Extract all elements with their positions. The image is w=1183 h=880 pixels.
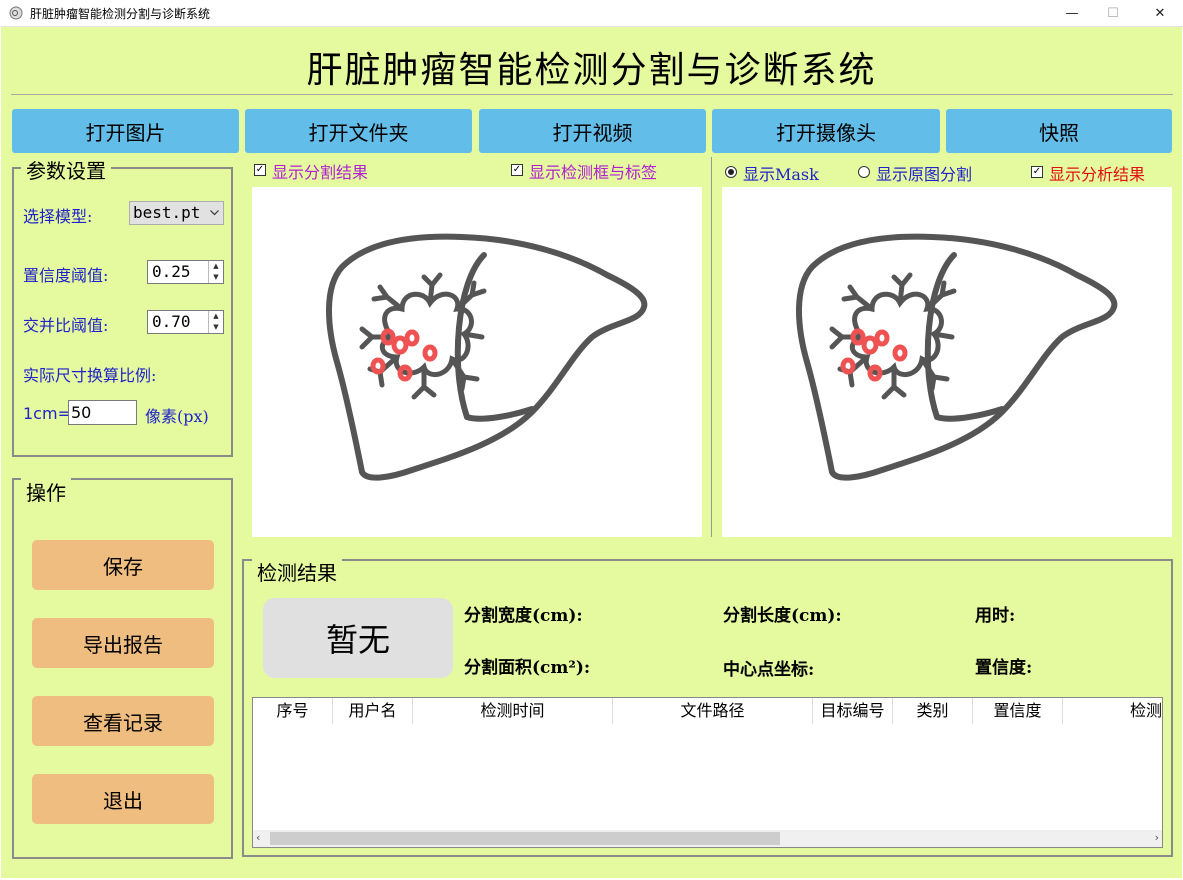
minimize-button[interactable]: — xyxy=(1049,0,1095,27)
open-camera-button[interactable]: 打开摄像头 xyxy=(712,109,940,153)
table-header-path[interactable]: 文件路径 xyxy=(613,698,813,724)
show-analysis-label[interactable]: 显示分析结果 xyxy=(1049,161,1145,185)
chevron-down-icon xyxy=(210,210,219,216)
iou-spinbox[interactable]: 0.70 ▲ ▼ xyxy=(147,310,224,334)
liver-tumor-image xyxy=(326,233,648,481)
close-button[interactable]: ✕ xyxy=(1137,0,1183,27)
table-header-index[interactable]: 序号 xyxy=(253,698,333,724)
conf-value: 0.25 xyxy=(152,262,191,281)
result-image-panel xyxy=(722,187,1172,537)
view-records-button[interactable]: 查看记录 xyxy=(32,696,214,746)
iou-value: 0.70 xyxy=(152,312,191,331)
show-box-checkbox[interactable]: ✓ xyxy=(511,164,523,176)
spin-up-icon[interactable]: ▲ xyxy=(209,311,223,322)
scroll-right-icon[interactable]: › xyxy=(1155,831,1159,844)
show-mask-radio[interactable] xyxy=(725,166,737,178)
spin-arrows[interactable]: ▲ ▼ xyxy=(208,311,223,333)
show-box-label[interactable]: 显示检测框与标签 xyxy=(529,159,657,183)
show-seg-checkbox[interactable]: ✓ xyxy=(254,164,266,176)
table-header-class[interactable]: 类别 xyxy=(893,698,973,724)
snapshot-button[interactable]: 快照 xyxy=(946,109,1172,153)
cm-label: 1cm= xyxy=(23,404,71,423)
spin-up-icon[interactable]: ▲ xyxy=(209,261,223,272)
open-folder-button[interactable]: 打开文件夹 xyxy=(245,109,472,153)
table-header-target-id[interactable]: 目标编号 xyxy=(813,698,893,724)
panel-divider xyxy=(711,157,712,537)
main-window: 肝脏肿瘤智能检测分割与诊断系统 打开图片 打开文件夹 打开视频 打开摄像头 快照… xyxy=(1,27,1182,878)
px-unit-label: 像素(px) xyxy=(145,407,209,426)
scrollbar-thumb[interactable] xyxy=(270,832,780,845)
save-button[interactable]: 保存 xyxy=(32,540,214,590)
ops-group-title: 操作 xyxy=(21,477,71,506)
exit-button[interactable]: 退出 xyxy=(32,774,214,824)
show-seg-label[interactable]: 显示分割结果 xyxy=(272,159,368,183)
open-video-button[interactable]: 打开视频 xyxy=(479,109,706,153)
iou-label: 交并比阈值: xyxy=(23,316,109,335)
spin-down-icon[interactable]: ▼ xyxy=(209,322,223,333)
px-per-cm-input[interactable] xyxy=(68,400,137,425)
show-analysis-checkbox[interactable]: ✓ xyxy=(1031,166,1043,178)
results-group-title: 检测结果 xyxy=(252,557,342,586)
records-table[interactable]: 序号 用户名 检测时间 文件路径 目标编号 类别 置信度 检测 ‹ › xyxy=(252,697,1163,848)
detected-class-display: 暂无 xyxy=(263,598,453,678)
title-divider xyxy=(11,94,1173,95)
seg-width-label: 分割宽度(cm): xyxy=(464,606,583,626)
spin-arrows[interactable]: ▲ ▼ xyxy=(208,261,223,283)
table-header-time[interactable]: 检测时间 xyxy=(413,698,613,724)
horizontal-scrollbar[interactable]: ‹ › xyxy=(253,830,1162,847)
maximize-button[interactable]: ☐ xyxy=(1090,0,1136,27)
liver-app-icon xyxy=(9,6,23,20)
conf-spinbox[interactable]: 0.25 ▲ ▼ xyxy=(147,260,224,284)
seg-area-label: 分割面积(cm²): xyxy=(464,658,591,678)
spin-down-icon[interactable]: ▼ xyxy=(209,272,223,283)
scroll-left-icon[interactable]: ‹ xyxy=(256,831,260,844)
show-mask-label[interactable]: 显示Mask xyxy=(743,161,819,185)
open-image-button[interactable]: 打开图片 xyxy=(12,109,239,153)
table-header-detect[interactable]: 检测 xyxy=(1063,698,1162,724)
model-label: 选择模型: xyxy=(23,207,93,226)
conf-label: 置信度阈值: xyxy=(23,266,109,285)
table-header-user[interactable]: 用户名 xyxy=(333,698,413,724)
show-orig-seg-radio[interactable] xyxy=(858,166,870,178)
export-report-button[interactable]: 导出报告 xyxy=(32,618,214,668)
original-image-panel xyxy=(252,187,702,537)
liver-tumor-mask-image xyxy=(796,233,1118,481)
seg-length-label: 分割长度(cm): xyxy=(723,606,842,626)
time-used-label: 用时: xyxy=(975,606,1016,626)
window-titlebar: 肝脏肿瘤智能检测分割与诊断系统 — ☐ ✕ xyxy=(0,0,1183,27)
scale-label: 实际尺寸换算比例: xyxy=(23,366,157,385)
model-select[interactable]: best.pt xyxy=(129,201,224,225)
show-orig-seg-label[interactable]: 显示原图分割 xyxy=(876,161,972,185)
page-title: 肝脏肿瘤智能检测分割与诊断系统 xyxy=(306,50,877,91)
params-group-title: 参数设置 xyxy=(21,155,111,184)
confidence-label: 置信度: xyxy=(975,658,1033,678)
window-title: 肝脏肿瘤智能检测分割与诊断系统 xyxy=(30,7,211,21)
model-select-value: best.pt xyxy=(133,203,201,222)
center-label: 中心点坐标: xyxy=(723,660,815,680)
table-header-confidence[interactable]: 置信度 xyxy=(973,698,1063,724)
